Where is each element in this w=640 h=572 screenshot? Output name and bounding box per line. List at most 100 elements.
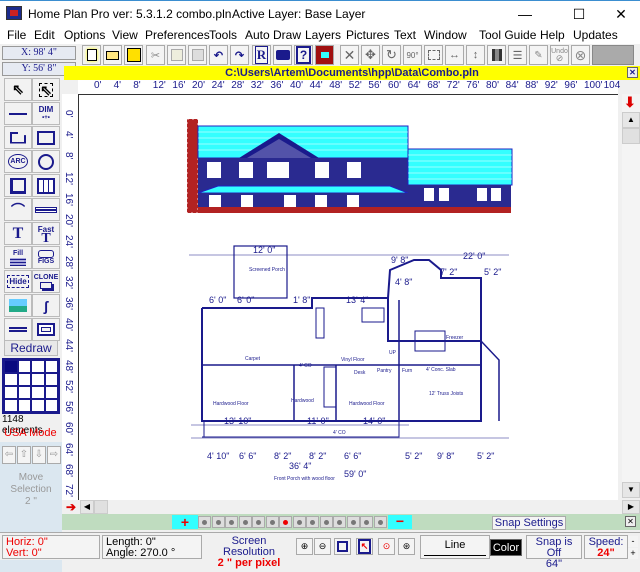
trim-button[interactable]: ✎ [529, 45, 548, 65]
color-swatch[interactable] [592, 45, 634, 65]
double-line-tool[interactable] [4, 318, 32, 341]
speed-increase-button[interactable]: + [628, 548, 638, 559]
zoom-out-button[interactable]: ⊖ [314, 538, 331, 555]
undo-button[interactable]: ↶ [209, 45, 228, 65]
menu-view[interactable]: View [112, 28, 138, 42]
cancel-button[interactable]: ⊗ [571, 45, 590, 65]
snap-settings-button[interactable]: Snap Settings [492, 516, 566, 530]
layer-cell[interactable] [4, 373, 18, 386]
layer-cell[interactable] [17, 373, 31, 386]
menu-tool-guide[interactable]: Tool Guide [479, 28, 536, 42]
open-button[interactable] [103, 45, 122, 65]
save-button[interactable] [124, 45, 143, 65]
curve-tool[interactable]: ⌒ [4, 198, 32, 221]
snap-decrease-button[interactable]: − [388, 514, 412, 529]
snap-level[interactable] [198, 516, 211, 528]
figures-tool[interactable]: FIGS [32, 246, 60, 269]
layer-cell[interactable] [31, 386, 45, 399]
snap-level[interactable] [211, 516, 225, 528]
fast-text-tool[interactable]: Fast T [32, 222, 60, 245]
menu-text[interactable]: Text [394, 28, 416, 42]
move-button[interactable]: ✥ [361, 45, 380, 65]
minimize-button[interactable]: — [502, 1, 548, 27]
room-tool[interactable] [4, 126, 32, 149]
cabinet-tool[interactable] [32, 174, 60, 197]
zoom-in-button[interactable]: ⊕ [296, 538, 313, 555]
arc-tool[interactable]: ARC [4, 150, 32, 173]
cut-button[interactable]: ✂ [146, 45, 165, 65]
wall-thickness-button[interactable] [487, 45, 506, 65]
menu-help[interactable]: Help [540, 28, 565, 42]
flip-vertical-button[interactable]: ↕ [466, 45, 485, 65]
snap-status[interactable]: Snap is Off 64" [526, 535, 582, 570]
speed-decrease-button[interactable]: - [628, 536, 638, 547]
snap-level[interactable] [265, 516, 279, 528]
menu-edit[interactable]: Edit [34, 28, 55, 42]
layer-cell[interactable] [31, 360, 45, 373]
layer-cell[interactable] [31, 399, 45, 412]
move-left-button[interactable]: ⇦ [2, 446, 16, 464]
scroll-right-button[interactable]: ▶ [622, 500, 640, 514]
rotate-button[interactable]: ↻ [382, 45, 401, 65]
picture-tool[interactable] [4, 294, 32, 317]
close-path-icon[interactable]: ✕ [627, 67, 638, 78]
snap-increase-button[interactable]: + [172, 515, 198, 529]
usa-mode-label[interactable]: USA Mode [4, 427, 57, 439]
redo-button[interactable]: ↷ [230, 45, 249, 65]
line-style-selector[interactable]: Line [420, 535, 490, 559]
snap-level[interactable] [319, 516, 333, 528]
layer-cell[interactable] [44, 373, 58, 386]
menu-auto-draw[interactable]: Auto Draw [245, 28, 301, 42]
print-button[interactable] [273, 45, 292, 65]
menu-updates[interactable]: Updates [573, 28, 618, 42]
snap-level-active[interactable] [279, 516, 292, 528]
menu-window[interactable]: Window [424, 28, 467, 42]
move-down-button[interactable]: ⇩ [32, 446, 46, 464]
select-tool[interactable]: ⇖ [4, 78, 32, 101]
clone-tool[interactable]: CLONE [32, 270, 60, 293]
snap-level[interactable] [346, 516, 360, 528]
line-style-button[interactable]: ☰ [508, 45, 527, 65]
menu-pictures[interactable]: Pictures [346, 28, 389, 42]
frame-tool[interactable] [32, 318, 60, 341]
layer-cell[interactable] [17, 360, 31, 373]
text-tool[interactable]: T [4, 222, 32, 245]
scroll-down-button[interactable]: ▼ [622, 482, 640, 498]
layer-cell[interactable] [17, 399, 31, 412]
snap-level[interactable] [360, 516, 373, 528]
window-tool[interactable] [32, 198, 60, 221]
select-area-button[interactable] [424, 45, 443, 65]
snap-level[interactable] [252, 516, 265, 528]
scroll-up-button[interactable]: ▲ [622, 112, 640, 128]
menu-options[interactable]: Options [64, 28, 105, 42]
exit-button[interactable] [315, 45, 334, 65]
rectangle-tool[interactable] [32, 126, 60, 149]
layer-cell[interactable] [4, 399, 18, 412]
menu-tools[interactable]: Tools [209, 28, 237, 42]
layer-cell-selected[interactable] [4, 360, 18, 373]
close-button[interactable]: ✕ [598, 1, 640, 27]
move-up-button[interactable]: ⇧ [17, 446, 31, 464]
vertical-scrollbar[interactable]: ▲ ▼ [622, 94, 640, 498]
maximize-button[interactable]: ☐ [556, 1, 602, 27]
snap-level[interactable] [306, 516, 319, 528]
layer-cell[interactable] [44, 360, 58, 373]
layer-cell[interactable] [31, 373, 45, 386]
snap-level[interactable] [333, 516, 346, 528]
copy-button[interactable] [167, 45, 186, 65]
undo-all-button[interactable]: Undo ⊘ [550, 45, 569, 65]
menu-layers[interactable]: Layers [305, 28, 341, 42]
rotate-90-button[interactable]: 90° [403, 45, 422, 65]
scroll-thumb[interactable] [622, 128, 640, 144]
scroll-left-button[interactable]: ◀ [80, 500, 94, 514]
zoom-extents-button[interactable] [334, 538, 351, 555]
layer-cell[interactable] [44, 386, 58, 399]
flip-horizontal-button[interactable]: ↔ [445, 45, 464, 65]
menu-file[interactable]: File [7, 28, 26, 42]
hide-tool[interactable]: Hide [4, 270, 32, 293]
layer-cell[interactable] [17, 386, 31, 399]
snap-level[interactable] [225, 516, 238, 528]
delete-button[interactable]: ✕ [340, 45, 359, 65]
layer-cell[interactable] [4, 386, 18, 399]
redraw-button[interactable]: Redraw [4, 340, 58, 356]
